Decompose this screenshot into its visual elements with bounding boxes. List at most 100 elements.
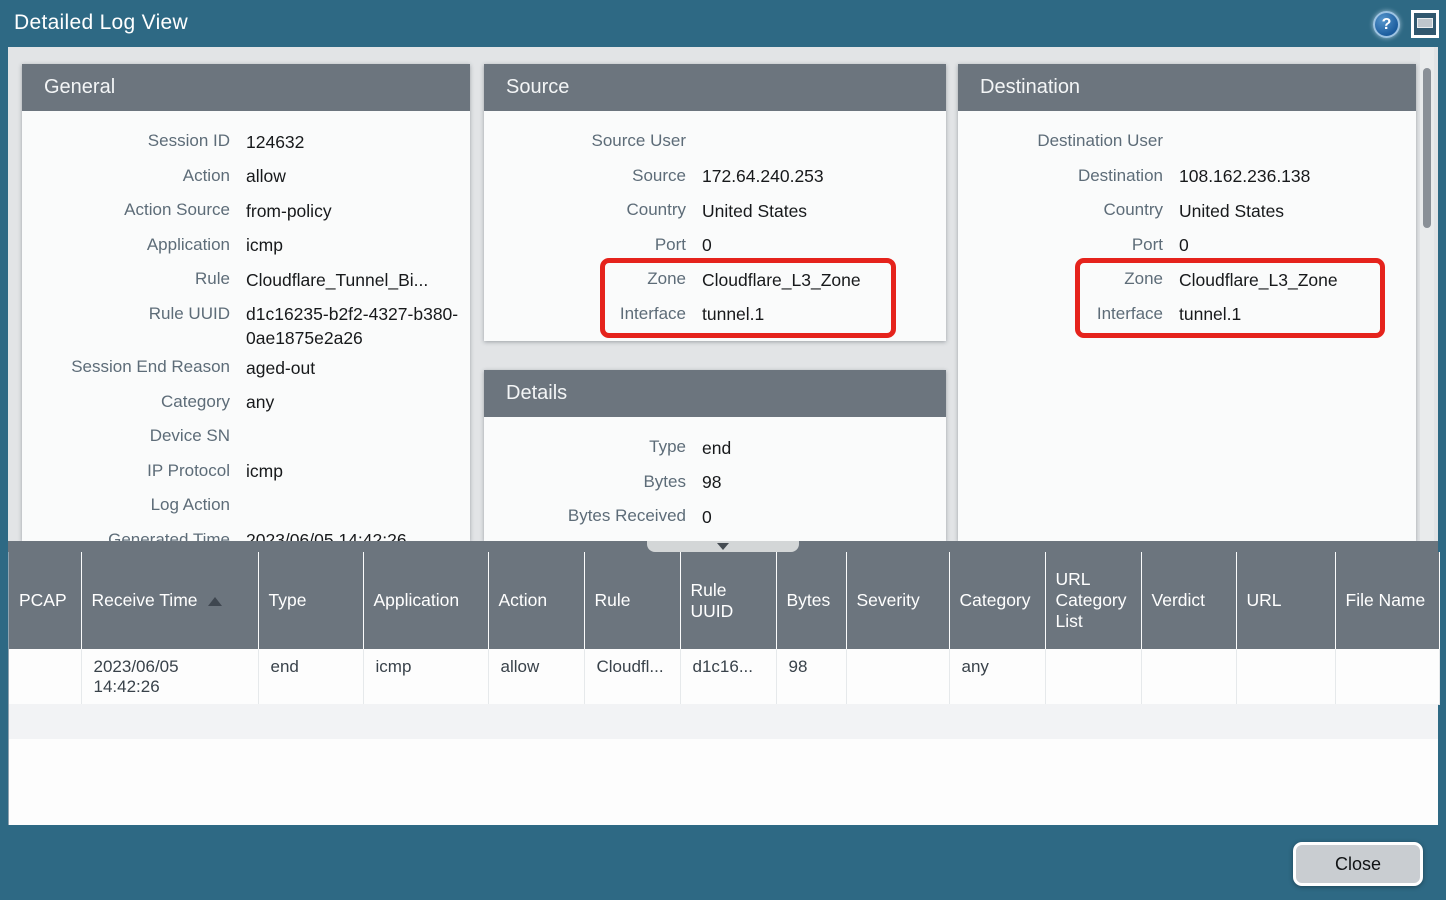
field-label: Destination <box>958 159 1163 194</box>
field-label: Category <box>22 385 230 420</box>
dialog-titlebar: Detailed Log View ? <box>0 0 1446 47</box>
field-label: Action Source <box>22 193 230 228</box>
field-label: Type <box>484 430 686 465</box>
field-row-zone: ZoneCloudflare_L3_Zone <box>958 262 1416 297</box>
field-label: Zone <box>484 262 686 297</box>
field-row-rule: Rule Cloudflare_Tunnel_Bi... <box>22 262 470 297</box>
column-header-rule[interactable]: Rule <box>584 552 680 649</box>
field-value: 0 <box>702 228 936 258</box>
content-scrollbar-thumb[interactable] <box>1423 68 1431 228</box>
field-label: Port <box>958 228 1163 263</box>
column-header-application[interactable]: Application <box>363 552 488 649</box>
field-value <box>1179 124 1406 130</box>
field-value: allow <box>246 159 460 189</box>
field-label: Application <box>22 228 230 263</box>
field-row-interface: Interfacetunnel.1 <box>958 297 1416 332</box>
column-header-action[interactable]: Action <box>488 552 584 649</box>
field-row-type: Typeend <box>484 430 946 465</box>
column-header-label: Type <box>269 590 307 610</box>
field-row-category: Category any <box>22 385 470 420</box>
field-label: Rule <box>22 262 230 297</box>
field-row-generated-time: Generated Time2023/06/05 14:42:26 <box>22 523 470 542</box>
cell-application: icmp <box>363 649 488 704</box>
field-value: Cloudflare_Tunnel_Bi... <box>246 262 460 292</box>
field-label: Bytes Received <box>484 499 686 534</box>
column-header-rule-uuid[interactable]: Rule UUID <box>680 552 776 649</box>
column-header-label: PCAP <box>19 590 67 610</box>
general-panel-body: Session ID 124632 Action allow Action Source… <box>22 111 470 541</box>
field-row-country: CountryUnited States <box>484 193 946 228</box>
field-row-bytes: Bytes98 <box>484 465 946 500</box>
column-header-receive-time[interactable]: Receive Time <box>81 552 258 649</box>
empty-row-stripe <box>9 704 1438 739</box>
field-value: United States <box>702 193 936 223</box>
log-detail-content: General Session ID 124632 Action allow Actio… <box>8 47 1438 541</box>
destination-panel-body: Destination UserDestination 108.162.236.1… <box>958 111 1416 331</box>
general-panel: General Session ID 124632 Action allow Actio… <box>22 64 470 541</box>
source-panel: Source Source UserSource172.64.240.253Co… <box>484 64 946 341</box>
field-row-zone: ZoneCloudflare_L3_Zone <box>484 262 946 297</box>
field-value: icmp <box>246 454 460 484</box>
column-header-type[interactable]: Type <box>258 552 363 649</box>
column-header-label: Rule UUID <box>691 580 734 621</box>
panel-table-splitter[interactable] <box>8 541 1438 552</box>
cell-verdict <box>1141 649 1236 704</box>
column-header-severity[interactable]: Severity <box>846 552 949 649</box>
general-panel-title: General <box>22 64 470 111</box>
field-value: United States <box>1179 193 1406 223</box>
field-label: Action <box>22 159 230 194</box>
column-header-url[interactable]: URL <box>1236 552 1335 649</box>
column-header-verdict[interactable]: Verdict <box>1141 552 1236 649</box>
column-header-label: Verdict <box>1152 590 1206 610</box>
cell-pcap <box>9 649 81 704</box>
field-row-session-end-reason: Session End Reasonaged-out <box>22 350 470 385</box>
column-header-label: Bytes <box>787 590 831 610</box>
field-row-application: Application icmp <box>22 228 470 263</box>
field-value: 108.162.236.138 <box>1179 159 1406 189</box>
column-header-pcap[interactable]: PCAP <box>9 552 81 649</box>
destination-panel-title: Destination <box>958 64 1416 111</box>
field-label: Interface <box>484 297 686 332</box>
field-row-log-action: Log Action <box>22 488 470 523</box>
column-header-file-name[interactable]: File Name <box>1335 552 1439 649</box>
column-header-label: URL <box>1247 590 1282 610</box>
details-panel-body: TypeendBytes98Bytes Received0 <box>484 417 946 534</box>
field-value: from-policy <box>246 193 460 223</box>
log-table-area: PCAP Receive Time Type Application Action Rul… <box>8 552 1438 825</box>
column-header-bytes[interactable]: Bytes <box>776 552 846 649</box>
column-header-label: Severity <box>857 590 920 610</box>
field-label: Destination User <box>958 124 1163 159</box>
field-value <box>702 124 936 130</box>
content-scrollbar[interactable] <box>1420 47 1434 541</box>
field-value: 172.64.240.253 <box>702 159 936 189</box>
field-label: Port <box>484 228 686 263</box>
field-value: 0 <box>1179 228 1406 258</box>
field-value <box>246 488 460 494</box>
field-label: Country <box>958 193 1163 228</box>
field-row-source: Source172.64.240.253 <box>484 159 946 194</box>
restore-window-icon[interactable] <box>1411 10 1439 38</box>
log-table-row[interactable]: 2023/06/05 14:42:26endicmpallowCloudfl..… <box>9 649 1439 704</box>
field-row-source-user: Source User <box>484 124 946 159</box>
field-label: Bytes <box>484 465 686 500</box>
field-label: Zone <box>958 262 1163 297</box>
field-label: Session ID <box>22 124 230 159</box>
field-value: 124632 <box>246 124 460 154</box>
column-header-label: Application <box>374 590 460 610</box>
cell-rule: Cloudfl... <box>584 649 680 704</box>
restore-window-icon-glyph <box>1417 18 1433 28</box>
help-icon[interactable]: ? <box>1373 11 1400 38</box>
source-panel-title: Source <box>484 64 946 111</box>
field-value: any <box>246 385 460 415</box>
column-header-category[interactable]: Category <box>949 552 1045 649</box>
collapse-table-handle[interactable] <box>647 541 799 552</box>
field-row-rule-uuid: Rule UUIDd1c16235-b2f2-4327-b380-0ae1875… <box>22 297 470 351</box>
close-button[interactable]: Close <box>1293 842 1423 886</box>
source-panel-body: Source UserSource172.64.240.253CountryUn… <box>484 111 946 331</box>
column-header-url-category-list[interactable]: URL Category List <box>1045 552 1141 649</box>
field-label: Session End Reason <box>22 350 230 385</box>
field-value: tunnel.1 <box>702 297 936 327</box>
field-row-action-source: Action Source from-policy <box>22 193 470 228</box>
field-value: icmp <box>246 228 460 258</box>
column-header-label: Action <box>499 590 548 610</box>
